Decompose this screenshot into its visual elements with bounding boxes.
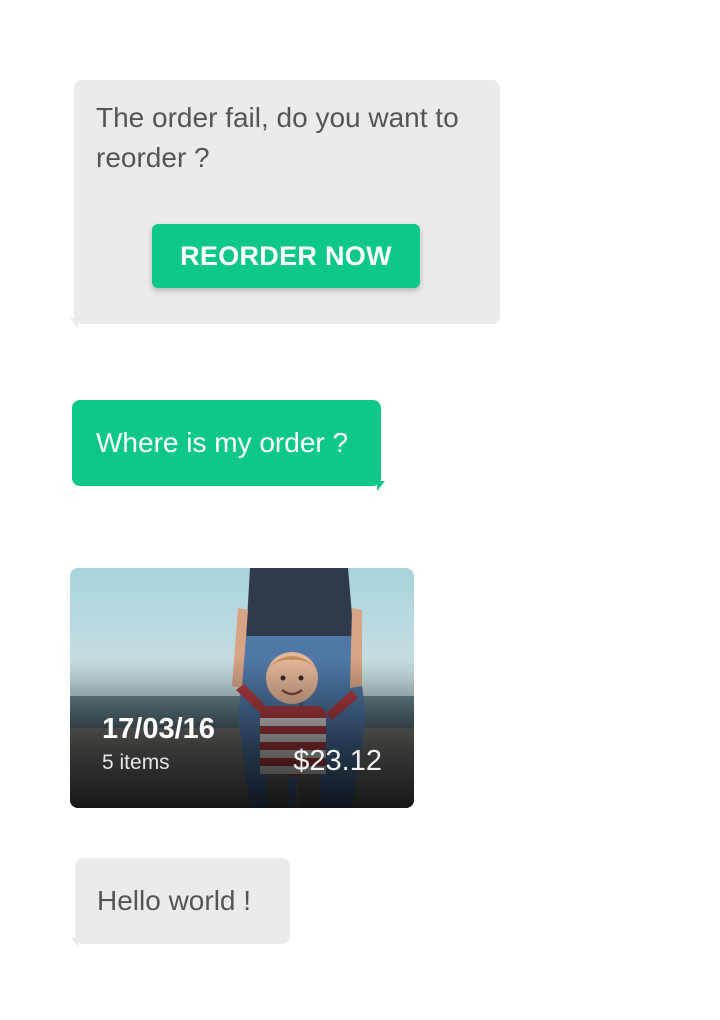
order-date: 17/03/16 <box>102 713 215 745</box>
reorder-message-text: The order fail, do you want to reorder ? <box>96 102 459 173</box>
bubble-tail <box>377 481 385 491</box>
bubble-tail <box>70 318 78 328</box>
outgoing-message-where: Where is my order ? <box>72 400 385 491</box>
order-price: $23.12 <box>293 745 382 777</box>
incoming-message-hello: Hello world ! <box>71 858 290 948</box>
order-item-count: 5 items <box>102 751 170 774</box>
order-card[interactable]: 17/03/16 5 items $23.12 <box>70 568 414 808</box>
where-message-text: Where is my order ? <box>96 427 349 458</box>
hello-message-text: Hello world ! <box>97 885 252 916</box>
bubble-tail <box>71 938 79 948</box>
reorder-now-button[interactable]: REORDER NOW <box>152 224 420 288</box>
incoming-message-reorder: The order fail, do you want to reorder ?… <box>70 80 500 328</box>
